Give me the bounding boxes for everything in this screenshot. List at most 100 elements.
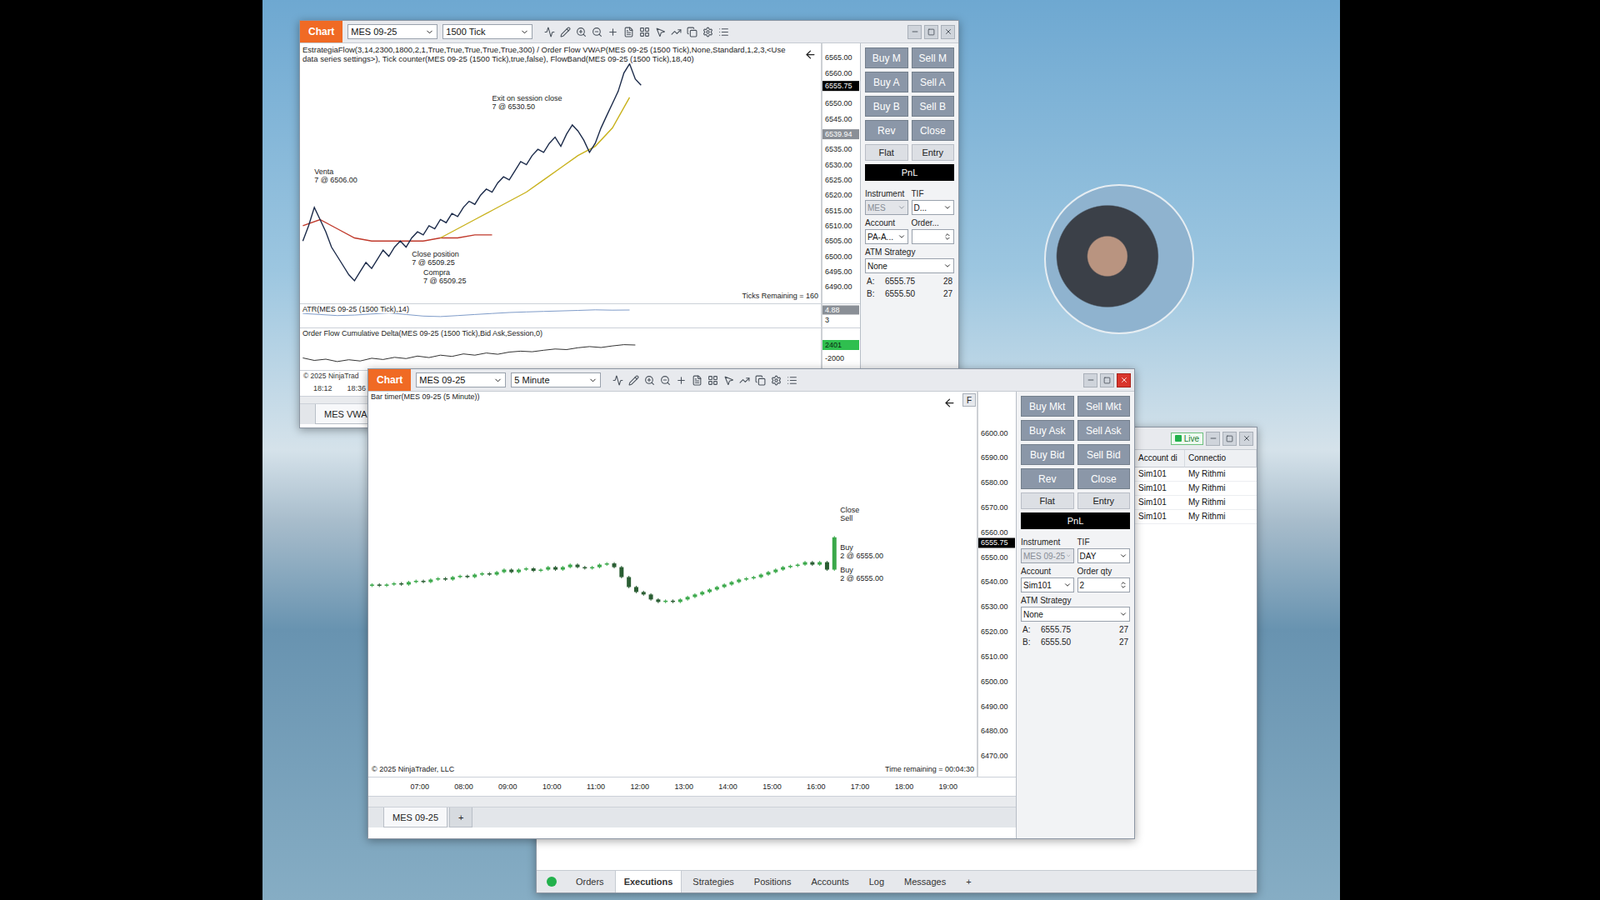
strategies-icon[interactable] (670, 26, 682, 38)
crosshair-icon[interactable] (607, 26, 619, 38)
order-button[interactable]: Buy M (865, 47, 909, 69)
chart-tab[interactable]: Chart (368, 369, 411, 391)
order-button[interactable]: Close (1077, 468, 1131, 490)
interval-dropdown[interactable]: 1500 Tick (442, 24, 533, 40)
price-panel[interactable]: EstrategiaFlow(3,14,2300,1800,2,1,True,T… (300, 43, 860, 305)
corner-button[interactable]: F (962, 393, 976, 407)
chart-tab-item[interactable]: MES 09-25 (383, 807, 448, 828)
minimize-button[interactable] (907, 25, 922, 40)
table-cell[interactable]: My Rithmi (1185, 467, 1257, 482)
order-button[interactable]: Buy Ask (1020, 420, 1075, 441)
table-cell[interactable]: My Rithmi (1185, 510, 1257, 525)
control-center-tab[interactable]: + (956, 870, 980, 893)
order-button[interactable]: Buy Bid (1020, 444, 1075, 465)
crosshair-icon[interactable] (675, 375, 687, 386)
pointer-icon[interactable] (723, 375, 735, 386)
properties-icon[interactable] (702, 26, 714, 38)
tick-chart-window[interactable]: ChartMES 09-251500 TickEstrategiaFlow(3,… (299, 20, 960, 429)
maximize-button[interactable] (1100, 373, 1115, 388)
order-button[interactable]: Sell A (911, 71, 955, 93)
order-button[interactable]: Buy B (865, 95, 909, 117)
copy-icon[interactable] (755, 375, 766, 386)
interval-dropdown[interactable]: 5 Minute (510, 372, 601, 388)
quantity-spinner[interactable]: 2 (1077, 577, 1131, 593)
control-center-tab[interactable]: Messages (895, 870, 955, 893)
order-button[interactable]: Sell Mkt (1077, 395, 1131, 417)
mode-button[interactable]: Entry (911, 144, 955, 161)
minimize-button[interactable] (1205, 431, 1220, 446)
table-cell[interactable]: Sim101 (1135, 510, 1185, 525)
column-header[interactable]: Account di (1135, 450, 1185, 468)
control-center-tab[interactable]: Log (860, 870, 894, 893)
zoom-out-icon[interactable] (660, 375, 671, 386)
maximize-button[interactable] (924, 25, 939, 40)
zoom-in-icon[interactable] (575, 26, 587, 38)
field-select[interactable]: DAY (1077, 548, 1131, 564)
title-bar[interactable]: ChartMES 09-255 Minute (368, 369, 1135, 392)
time-axis[interactable]: 07:0008:0009:0010:0011:0012:0013:0014:00… (368, 777, 1016, 797)
order-button[interactable]: Buy Mkt (1020, 395, 1075, 417)
arrow-left-icon[interactable] (943, 396, 956, 410)
templates-icon[interactable] (707, 375, 719, 386)
bar-type-icon[interactable] (544, 26, 555, 38)
order-button[interactable]: Rev (865, 120, 909, 141)
minute-chart-window[interactable]: ChartMES 09-255 MinuteBar timer(MES 09-2… (367, 368, 1135, 840)
table-cell[interactable]: Sim101 (1135, 467, 1185, 482)
drawing-tool-icon[interactable] (560, 26, 571, 38)
order-button[interactable]: Close (911, 120, 955, 141)
close-button[interactable] (1116, 373, 1131, 388)
control-center-tab[interactable]: Strategies (683, 870, 744, 893)
field-select[interactable]: D... (911, 200, 955, 215)
order-button[interactable]: Buy A (865, 71, 909, 93)
zoom-in-icon[interactable] (644, 375, 655, 386)
templates-icon[interactable] (639, 26, 650, 38)
price-panel[interactable]: Bar timer(MES 09-25 (5 Minute))FCloseSel… (368, 391, 1016, 778)
instrument-dropdown[interactable]: MES 09-25 (347, 24, 438, 40)
order-button[interactable]: Sell Ask (1077, 420, 1131, 441)
control-center-tab[interactable]: Accounts (801, 870, 858, 893)
minimize-button[interactable] (1083, 373, 1098, 388)
title-bar[interactable]: ChartMES 09-251500 Tick (300, 20, 959, 44)
instrument-dropdown[interactable]: MES 09-25 (415, 372, 506, 388)
table-cell[interactable]: My Rithmi (1185, 495, 1257, 510)
chart-tab[interactable]: Chart (300, 20, 343, 43)
order-button[interactable]: Sell M (911, 47, 955, 69)
strategies-icon[interactable] (739, 375, 750, 386)
mode-button[interactable]: Flat (1020, 492, 1075, 510)
close-button[interactable] (1239, 431, 1254, 446)
atm-select[interactable]: None (865, 258, 955, 274)
atm-select[interactable]: None (1020, 606, 1130, 622)
zoom-out-icon[interactable] (591, 26, 603, 38)
order-button[interactable]: Sell Bid (1077, 444, 1131, 465)
table-cell[interactable]: Sim101 (1135, 495, 1185, 510)
field-select[interactable]: PA-A... (865, 229, 909, 245)
field-select[interactable]: Sim101 (1020, 577, 1075, 593)
arrow-left-icon[interactable] (804, 48, 817, 61)
maximize-button[interactable] (1222, 431, 1237, 446)
drawing-tool-icon[interactable] (628, 375, 640, 386)
bar-type-icon[interactable] (612, 375, 624, 386)
order-button[interactable]: Rev (1020, 468, 1075, 490)
close-button[interactable] (940, 25, 955, 40)
indicators-icon[interactable] (718, 26, 730, 38)
control-center-tab[interactable]: Positions (745, 870, 801, 893)
pointer-icon[interactable] (655, 26, 666, 38)
column-header[interactable]: Connectio (1185, 450, 1257, 468)
mode-button[interactable]: Flat (865, 144, 909, 161)
scrollbar[interactable] (368, 796, 1016, 808)
order-button[interactable]: Sell B (911, 95, 955, 117)
price-axis[interactable]: 6565.006560.006550.006545.006535.006530.… (821, 43, 860, 304)
chart-tab-item[interactable]: + (449, 807, 473, 828)
copy-icon[interactable] (686, 26, 698, 38)
table-cell[interactable]: Sim101 (1135, 481, 1185, 496)
delta-panel[interactable]: Order Flow Cumulative Delta(MES 09-25 (1… (300, 328, 860, 371)
control-center-tab[interactable]: Executions (615, 870, 683, 893)
mode-button[interactable]: Entry (1077, 492, 1131, 510)
table-cell[interactable]: My Rithmi (1185, 481, 1257, 496)
data-box-icon[interactable] (691, 375, 703, 386)
price-axis[interactable]: 6600.006590.006580.006570.006560.006550.… (977, 391, 1015, 777)
properties-icon[interactable] (770, 375, 782, 386)
atr-panel[interactable]: ATR(MES 09-25 (1500 Tick),14)4.883 (300, 304, 860, 329)
data-box-icon[interactable] (623, 26, 635, 38)
quantity-spinner[interactable] (911, 229, 955, 245)
